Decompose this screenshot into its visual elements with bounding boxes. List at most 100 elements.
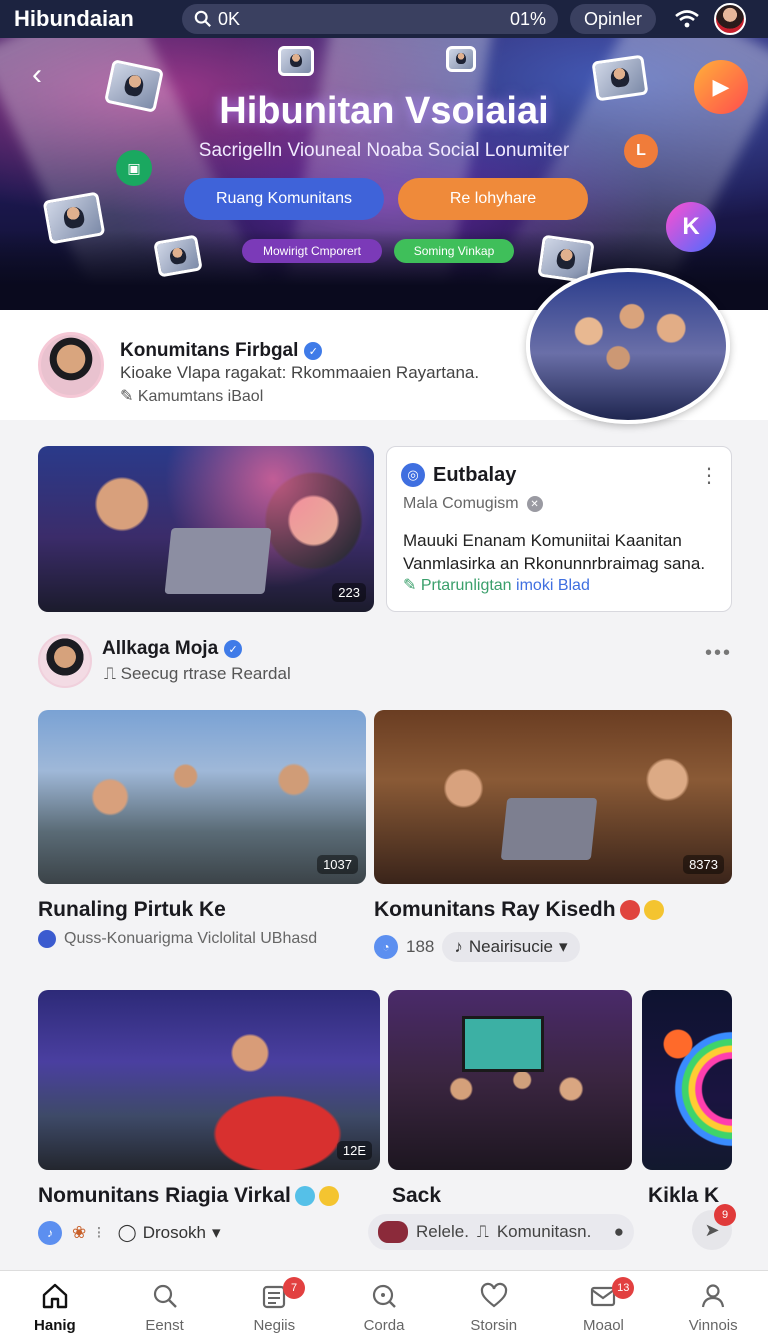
search-icon	[194, 10, 211, 27]
music-icon: ♪	[38, 1221, 62, 1245]
chevron-down-icon: ▾	[558, 937, 568, 956]
post-link-blue[interactable]: imoki Blad	[516, 577, 590, 594]
card-subtitle: Quss-Konuarigma Viclolital UBhasd	[64, 930, 318, 947]
user-avatar[interactable]	[714, 3, 747, 35]
tag-chip[interactable]: Mowirigt Cmporert	[242, 239, 382, 263]
profile-description: Kioake Vlapa ragakat: Rkommaaien Rayarta…	[120, 363, 480, 382]
pencil-icon: ✎	[120, 388, 138, 405]
bottom-navigation: Hanig Eenst 7 Negiis Corda Storsin 13 Mo…	[0, 1270, 768, 1344]
author-subtitle: Seecug rtrase Reardal	[120, 664, 291, 683]
nav-home[interactable]: Hanig	[0, 1271, 110, 1344]
chevron-down-icon: ▾	[212, 1223, 221, 1242]
view-count: 1037	[317, 855, 358, 874]
nav-label: Negiis	[253, 1317, 296, 1334]
l-logo-icon: L	[624, 134, 658, 168]
search-percent: 01%	[509, 8, 546, 29]
view-count: 8373	[683, 855, 724, 874]
comment-count: 188	[406, 937, 435, 956]
more-icon[interactable]: •••	[705, 642, 732, 665]
post-subtitle: Mala Comugism	[403, 495, 519, 512]
play-icon[interactable]: ▶	[694, 60, 748, 114]
view-count: 12E	[336, 1141, 372, 1160]
explore-icon	[372, 1284, 396, 1308]
music-icon: ♪	[454, 937, 463, 956]
nav-label: Eenst	[145, 1317, 184, 1334]
card-caption: Nomunitans Riagia Virkal	[38, 1184, 291, 1207]
pencil-icon: ✎	[403, 577, 421, 594]
reply-bar[interactable]: Relele. ⎍ Komunitasn. ●	[368, 1214, 634, 1250]
mic-icon[interactable]: ●	[614, 1222, 624, 1242]
post-body: Mauuki Enanam Komuniitai Kaanitan Vanmla…	[403, 531, 706, 573]
tag-chip[interactable]: Soming Vinkap	[394, 239, 514, 263]
photo-tile	[153, 234, 203, 278]
g-logo-icon: ▣	[116, 150, 152, 186]
flower-icon: ❀	[72, 1223, 87, 1242]
video-card[interactable]: 1037	[38, 710, 366, 884]
verified-icon: ✓	[224, 640, 243, 658]
more-icon[interactable]: ⋮	[699, 463, 719, 488]
nav-explore[interactable]: Corda	[329, 1271, 439, 1344]
video-card[interactable]: 12E	[38, 990, 380, 1170]
notification-badge: 13	[612, 1277, 635, 1299]
share-button[interactable]: Re lohyhare	[398, 178, 588, 220]
heart-emoji-icon	[619, 900, 640, 920]
nav-label: Hanig	[34, 1317, 76, 1334]
video-card[interactable]	[642, 990, 732, 1170]
search-bar[interactable]: 0K 01%	[182, 4, 558, 34]
k-logo-icon[interactable]: K	[666, 202, 716, 252]
post-link[interactable]: Prtarunligtan	[421, 577, 512, 594]
face-emoji-icon	[318, 1186, 339, 1206]
profile-meta: Kamumtans iBaol	[137, 388, 264, 405]
search-text: 0K	[218, 8, 241, 29]
photo-tile	[278, 46, 314, 76]
notification-badge: 9	[714, 1204, 736, 1226]
nav-favorites[interactable]: Storsin	[439, 1271, 549, 1344]
author-name[interactable]: Allkaga Moja	[102, 638, 218, 660]
moon-icon	[38, 930, 56, 948]
back-icon[interactable]: ‹	[32, 58, 42, 92]
community-icon: ◎	[401, 463, 425, 487]
chat-bubble-icon: ◯	[117, 1223, 137, 1242]
app-title: Hibundaian	[14, 6, 134, 31]
card-caption[interactable]: Sack	[392, 1184, 441, 1208]
card-caption: Komunitans Ray Kisedh	[374, 898, 616, 921]
author-avatar[interactable]	[38, 634, 92, 688]
notification-badge: 7	[283, 1277, 306, 1299]
filter-label: Neairisucie	[468, 937, 553, 956]
send-button[interactable]: ➤ 9	[692, 1204, 736, 1250]
nav-search[interactable]: Eenst	[110, 1271, 220, 1344]
wifi-icon	[675, 10, 699, 28]
community-label[interactable]: Komunitasn.	[497, 1222, 592, 1242]
dropdown-label: Drosokh	[142, 1223, 206, 1242]
hero-title: Hibunitan Vsoiaiai	[219, 90, 549, 132]
nav-label: Corda	[363, 1317, 405, 1334]
video-card[interactable]	[388, 990, 632, 1170]
video-card[interactable]: 223	[38, 446, 374, 612]
video-card[interactable]: 8373	[374, 710, 732, 884]
profile-name: Konumitans Firbgal	[120, 340, 299, 361]
filter-dropdown[interactable]: ♪ Neairisucie ▾	[442, 932, 580, 962]
dots-icon: ⁝	[96, 1223, 102, 1242]
nav-label: Storsin	[470, 1317, 518, 1334]
group-photo[interactable]	[526, 268, 730, 424]
post-card[interactable]: ◎ Eutbalay ⋮ Mala Comugism ✕ Mauuki Enan…	[386, 446, 732, 612]
search-icon	[153, 1284, 177, 1308]
dropdown[interactable]: ◯ Drosokh ▾	[112, 1218, 227, 1248]
card-caption[interactable]: Kikla K	[648, 1184, 719, 1208]
nav-mail[interactable]: 13 Moaol	[549, 1271, 659, 1344]
bag-icon: ⎍	[104, 664, 121, 683]
nav-news[interactable]: 7 Negiis	[219, 1271, 329, 1344]
tv-screen	[462, 1016, 544, 1072]
nav-label: Vinnois	[688, 1317, 738, 1334]
close-icon[interactable]: ✕	[526, 496, 543, 512]
card-caption[interactable]: Runaling Pirtuk Ke	[38, 898, 226, 922]
chat-icon: ◔	[374, 935, 398, 959]
reply-label[interactable]: Relele.	[416, 1222, 469, 1242]
laptop-image	[164, 528, 272, 594]
profile-avatar[interactable]	[38, 332, 104, 398]
opinion-button[interactable]: Opinler	[570, 4, 657, 34]
nav-profile[interactable]: Vinnois	[658, 1271, 768, 1344]
top-bar: Hibundaian 0K 01% Opinler	[0, 0, 768, 38]
hero-banner: ‹ Hibunitan Vsoiaiai Sacrigelln Viouneal…	[0, 38, 768, 310]
community-button[interactable]: Ruang Komunitans	[184, 178, 384, 220]
